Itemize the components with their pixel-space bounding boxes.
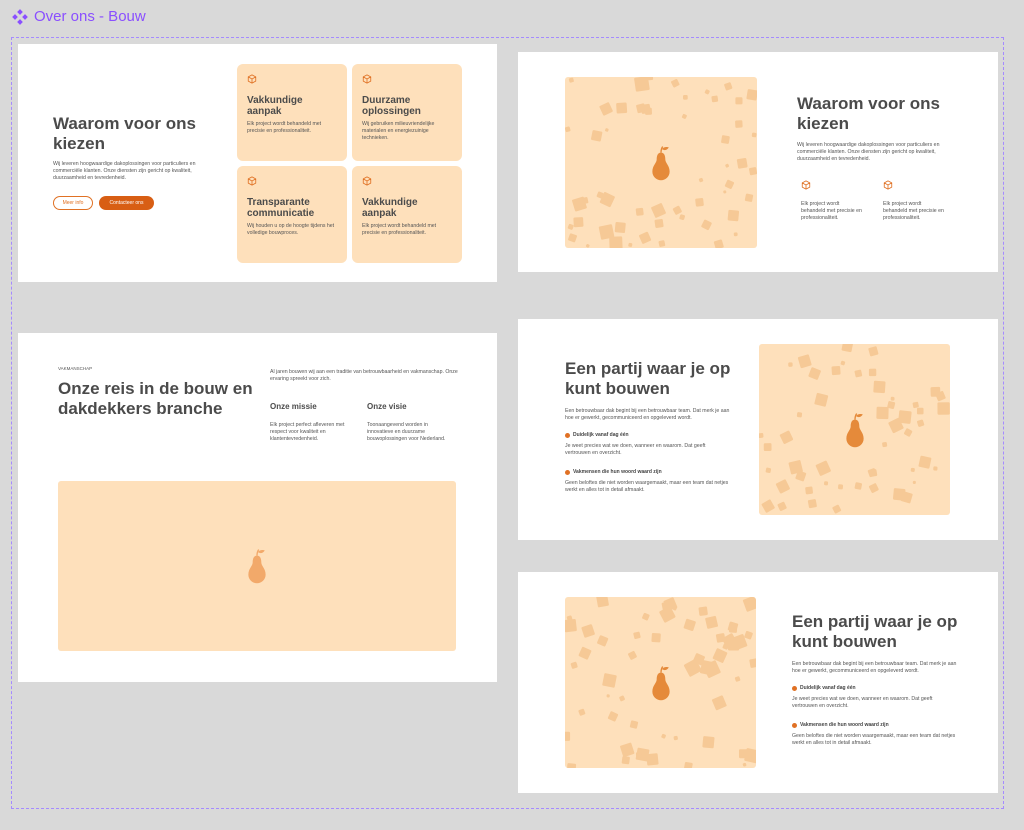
feature-tile: Vakkundige aanpak Elk project wordt beha… <box>237 64 347 161</box>
pear-icon <box>845 412 864 447</box>
pear-icon <box>248 549 266 584</box>
section-description: Een betrouwbaar dak begint bij een betro… <box>792 661 957 674</box>
feature-item: Vakmensen die hun woord waard zijn Geen … <box>565 469 730 494</box>
cube-icon <box>362 176 372 186</box>
bullet-icon <box>792 685 797 691</box>
mission-title: Onze missie <box>270 402 317 411</box>
cube-icon <box>883 180 893 190</box>
vision-text: Toonaangevend worden in innovatieve en d… <box>367 422 446 442</box>
bullet-icon <box>565 432 570 438</box>
feature-item: Vakmensen die hun woord waard zijn Geen … <box>792 722 957 747</box>
mini-feature-text: Elk project wordt behandeld met precisie… <box>801 201 862 221</box>
tile-title: Vakkundige aanpak <box>362 197 418 219</box>
variant-card-2[interactable]: Waarom voor ons kiezen Wij leveren hoogw… <box>518 52 998 272</box>
section-title: Een partij waar je op kunt bouwen <box>792 612 958 651</box>
tile-text: Elk project wordt behandeld met precisie… <box>362 223 437 236</box>
cube-icon <box>362 74 372 84</box>
section-title: Waarom voor ons kiezen <box>797 94 940 133</box>
section-description: Een betrouwbaar dak begint bij een betro… <box>565 408 730 421</box>
contact-button[interactable]: Contacteer ons <box>99 196 154 210</box>
bullet-icon <box>565 469 570 475</box>
component-set-label: Over ons - Bouw <box>34 8 146 25</box>
feature-text: Geen beloftes die niet worden waargemaak… <box>792 733 956 746</box>
mini-feature: Elk project wordt behandeld met precisie… <box>883 180 945 222</box>
eyebrow-label: VAKMANSCHAP <box>58 366 93 371</box>
tile-title: Transparante communicatie <box>247 197 315 219</box>
mini-feature-text: Elk project wordt behandeld met precisie… <box>883 201 944 221</box>
feature-text: Je weet precies wat we doen, wanneer en … <box>792 696 933 709</box>
intro-text: Al jaren bouwen wij aan een traditie van… <box>270 369 458 382</box>
feature-text: Geen beloftes die niet worden waargemaak… <box>565 480 729 493</box>
pear-icon <box>652 145 670 180</box>
section-title: Een partij waar je op kunt bouwen <box>565 359 731 398</box>
mission-column: Onze missie Elk project perfect aflevere… <box>270 402 356 443</box>
pear-icon <box>651 665 670 700</box>
mission-text: Elk project perfect afleveren met respec… <box>270 422 345 442</box>
section-description: Wij leveren hoogwaardige dakoplossingen … <box>797 142 940 162</box>
more-info-button[interactable]: Meer info <box>53 196 93 210</box>
pear-illustration <box>565 597 756 768</box>
feature-title: Duidelijk vanaf dag één <box>573 432 629 438</box>
tile-title: Duurzame oplossingen <box>362 95 421 117</box>
bullet-icon <box>792 722 797 728</box>
tile-text: Elk project wordt behandeld met precisie… <box>247 121 322 134</box>
component-icon <box>12 8 28 25</box>
feature-tile: Duurzame oplossingen Wij gebruiken milie… <box>352 64 462 161</box>
section-title: Waarom voor ons kiezen <box>53 114 196 153</box>
vision-title: Onze visie <box>367 402 407 411</box>
feature-title: Vakmensen die hun woord waard zijn <box>573 469 662 475</box>
section-title: Onze reis in de bouw en dakdekkers branc… <box>58 379 253 418</box>
cube-icon <box>247 176 257 186</box>
cube-icon <box>247 74 257 84</box>
feature-text: Je weet precies wat we doen, wanneer en … <box>565 443 706 456</box>
vision-column: Onze visie Toonaangevend worden in innov… <box>367 402 453 443</box>
tile-title: Vakkundige aanpak <box>247 95 303 117</box>
feature-tile: Vakkundige aanpak Elk project wordt beha… <box>352 166 462 263</box>
section-description: Wij leveren hoogwaardige dakoplossingen … <box>53 161 196 181</box>
variant-card-5[interactable]: Een partij waar je op kunt bouwen Een be… <box>518 572 998 793</box>
tile-text: Wij houden u op de hoogte tijdens het vo… <box>247 223 335 236</box>
mini-feature: Elk project wordt behandeld met precisie… <box>801 180 863 222</box>
feature-title: Duidelijk vanaf dag één <box>800 685 856 691</box>
feature-item: Duidelijk vanaf dag één Je weet precies … <box>565 432 730 457</box>
feature-item: Duidelijk vanaf dag één Je weet precies … <box>792 685 957 710</box>
feature-grid: Vakkundige aanpak Elk project wordt beha… <box>237 64 463 263</box>
variant-card-1[interactable]: Waarom voor ons kiezen Wij leveren hoogw… <box>18 44 497 282</box>
feature-tile: Transparante communicatie Wij houden u o… <box>237 166 347 263</box>
component-set-title[interactable]: Over ons - Bouw <box>12 8 146 25</box>
pear-illustration <box>58 481 456 651</box>
tile-text: Wij gebruiken milieuvriendelijke materia… <box>362 121 435 141</box>
variant-card-4[interactable]: Een partij waar je op kunt bouwen Een be… <box>518 319 998 540</box>
variant-card-3[interactable]: VAKMANSCHAP Onze reis in de bouw en dakd… <box>18 333 497 682</box>
cube-icon <box>801 180 811 190</box>
pear-illustration <box>759 344 950 515</box>
button-group: Meer info Contacteer ons <box>53 196 154 210</box>
pear-illustration <box>565 77 757 248</box>
feature-title: Vakmensen die hun woord waard zijn <box>800 722 889 728</box>
